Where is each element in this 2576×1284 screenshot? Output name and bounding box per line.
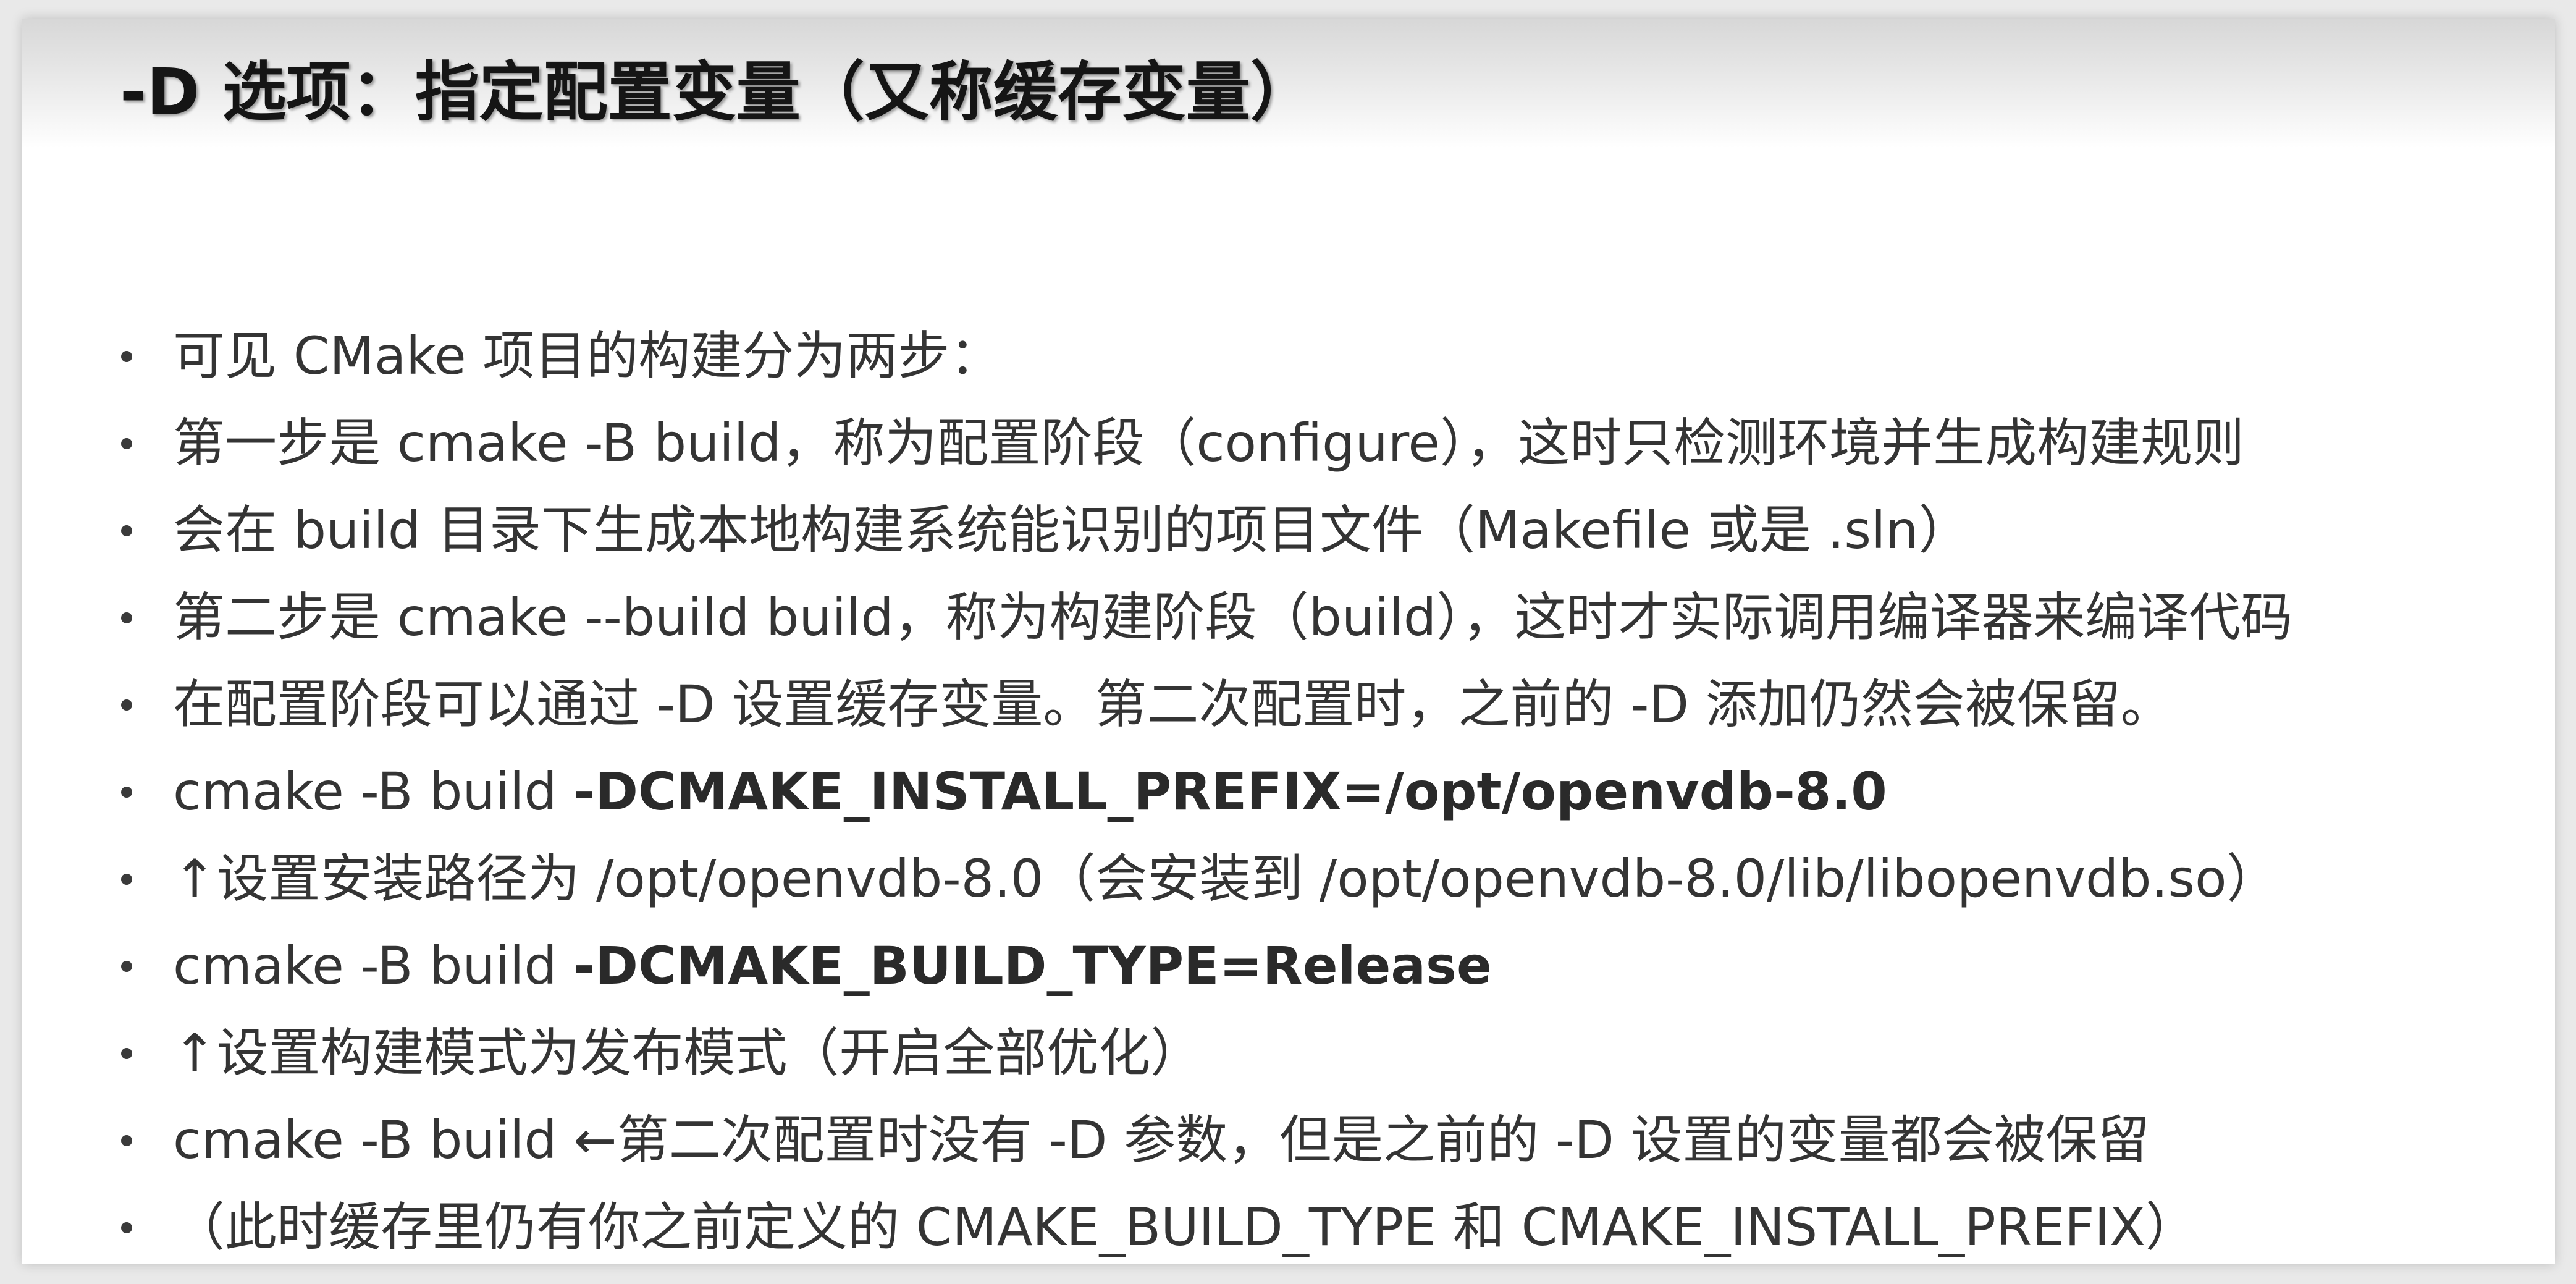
bullet-dot-icon	[121, 874, 132, 885]
bullet-dot-icon	[121, 1048, 132, 1059]
bullet-text: （此时缓存里仍有你之前定义的 CMAKE_BUILD_TYPE 和 CMAKE_…	[173, 1197, 2197, 1257]
bullet-text: cmake -B build ←第二次配置时没有 -D 参数，但是之前的 -D …	[173, 1110, 2150, 1170]
list-item: ↑设置安装路径为 /opt/openvdb-8.0（会安装到 /opt/open…	[22, 842, 2555, 929]
bullet-text: 可见 CMake 项目的构建分为两步：	[173, 326, 1002, 386]
list-item: 会在 build 目录下生成本地构建系统能识别的项目文件（Makefile 或是…	[22, 493, 2555, 580]
bullet-dot-icon	[121, 612, 132, 623]
bullet-text: cmake -B build -DCMAKE_INSTALL_PREFIX=/o…	[173, 761, 1887, 822]
list-item: 第二步是 cmake --build build，称为构建阶段（build），这…	[22, 580, 2555, 667]
list-item: 第一步是 cmake -B build，称为配置阶段（configure），这时…	[22, 406, 2555, 493]
list-item: ↑设置构建模式为发布模式（开启全部优化）	[22, 1016, 2555, 1103]
list-item: cmake -B build ←第二次配置时没有 -D 参数，但是之前的 -D …	[22, 1103, 2555, 1190]
list-item: （此时缓存里仍有你之前定义的 CMAKE_BUILD_TYPE 和 CMAKE_…	[22, 1190, 2555, 1264]
bullet-dot-icon	[121, 1222, 132, 1233]
list-item: 在配置阶段可以通过 -D 设置缓存变量。第二次配置时，之前的 -D 添加仍然会被…	[22, 667, 2555, 754]
bullet-text: ↑设置构建模式为发布模式（开启全部优化）	[173, 1023, 1203, 1083]
list-item: 可见 CMake 项目的构建分为两步：	[22, 319, 2555, 406]
bullet-text: 第一步是 cmake -B build，称为配置阶段（configure），这时…	[173, 413, 2245, 473]
bullet-dot-icon	[121, 961, 132, 972]
list-item: cmake -B build -DCMAKE_BUILD_TYPE=Releas…	[22, 929, 2555, 1016]
bullet-text: cmake -B build -DCMAKE_BUILD_TYPE=Releas…	[173, 936, 1492, 996]
bullet-dot-icon	[121, 525, 132, 536]
slide-title: -D 选项：指定配置变量（又称缓存变量）	[120, 54, 1315, 130]
bullet-list: 可见 CMake 项目的构建分为两步： 第一步是 cmake -B build，…	[22, 319, 2555, 1264]
bullet-text: 在配置阶段可以通过 -D 设置缓存变量。第二次配置时，之前的 -D 添加仍然会被…	[173, 674, 2173, 735]
slide: -D 选项：指定配置变量（又称缓存变量） 可见 CMake 项目的构建分为两步：…	[22, 19, 2555, 1264]
bullet-dot-icon	[121, 787, 132, 798]
bullet-dot-icon	[121, 1135, 132, 1146]
bullet-dot-icon	[121, 438, 132, 449]
bullet-dot-icon	[121, 351, 132, 362]
bullet-dot-icon	[121, 699, 132, 711]
bullet-text: ↑设置安装路径为 /opt/openvdb-8.0（会安装到 /opt/open…	[173, 848, 2279, 909]
bullet-text: 第二步是 cmake --build build，称为构建阶段（build），这…	[173, 587, 2293, 648]
bullet-text: 会在 build 目录下生成本地构建系统能识别的项目文件（Makefile 或是…	[173, 500, 1971, 560]
list-item: cmake -B build -DCMAKE_INSTALL_PREFIX=/o…	[22, 754, 2555, 842]
